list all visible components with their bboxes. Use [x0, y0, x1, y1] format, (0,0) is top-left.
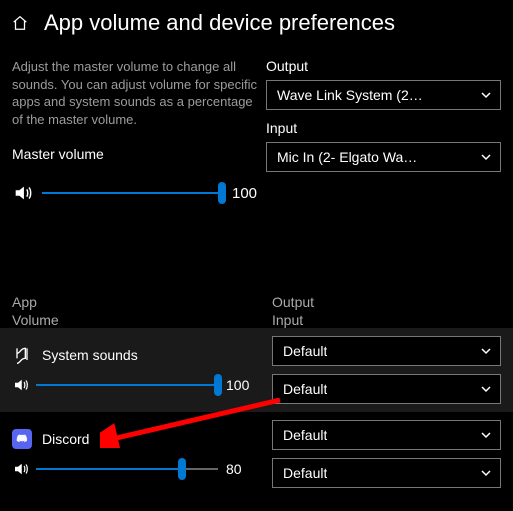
- chevron-down-icon: [480, 383, 492, 395]
- discord-icon: [12, 429, 32, 449]
- input-device-value: Mic In (2- Elgato Wa…: [277, 149, 417, 165]
- system-input-value: Default: [283, 381, 327, 397]
- description-text: Adjust the master volume to change all s…: [12, 58, 266, 128]
- home-icon[interactable]: [10, 13, 30, 33]
- app-row-discord: Discord 80 Default Default: [0, 412, 513, 496]
- app-name-system: System sounds: [42, 347, 138, 363]
- system-output-value: Default: [283, 343, 327, 359]
- page-title: App volume and device preferences: [44, 10, 395, 36]
- chevron-down-icon: [480, 467, 492, 479]
- column-output: Output: [272, 294, 314, 310]
- column-input: Input: [272, 312, 314, 328]
- discord-volume-slider[interactable]: [36, 459, 218, 479]
- system-volume-value: 100: [226, 377, 254, 393]
- master-volume-slider[interactable]: [42, 183, 222, 203]
- speaker-icon[interactable]: [12, 460, 30, 478]
- discord-volume-value: 80: [226, 461, 254, 477]
- system-sounds-icon: [12, 345, 32, 365]
- app-name-discord: Discord: [42, 431, 89, 447]
- app-row-system: System sounds 100 Default Default: [0, 328, 513, 412]
- chevron-down-icon: [480, 345, 492, 357]
- chevron-down-icon: [480, 89, 492, 101]
- master-volume-label: Master volume: [12, 146, 266, 162]
- discord-input-value: Default: [283, 465, 327, 481]
- system-input-select[interactable]: Default: [272, 374, 501, 404]
- column-volume: Volume: [12, 312, 272, 328]
- column-app: App: [12, 294, 272, 310]
- input-label: Input: [266, 120, 501, 136]
- output-device-value: Wave Link System (2…: [277, 87, 423, 103]
- speaker-icon[interactable]: [12, 376, 30, 394]
- input-device-select[interactable]: Mic In (2- Elgato Wa…: [266, 142, 501, 172]
- chevron-down-icon: [480, 151, 492, 163]
- speaker-icon[interactable]: [12, 182, 34, 204]
- system-output-select[interactable]: Default: [272, 336, 501, 366]
- chevron-down-icon: [480, 429, 492, 441]
- system-volume-slider[interactable]: [36, 375, 218, 395]
- output-label: Output: [266, 58, 501, 74]
- discord-input-select[interactable]: Default: [272, 458, 501, 488]
- master-volume-value: 100: [232, 185, 266, 202]
- discord-output-select[interactable]: Default: [272, 420, 501, 450]
- output-device-select[interactable]: Wave Link System (2…: [266, 80, 501, 110]
- column-headers: App Volume Output Input: [0, 294, 513, 328]
- discord-output-value: Default: [283, 427, 327, 443]
